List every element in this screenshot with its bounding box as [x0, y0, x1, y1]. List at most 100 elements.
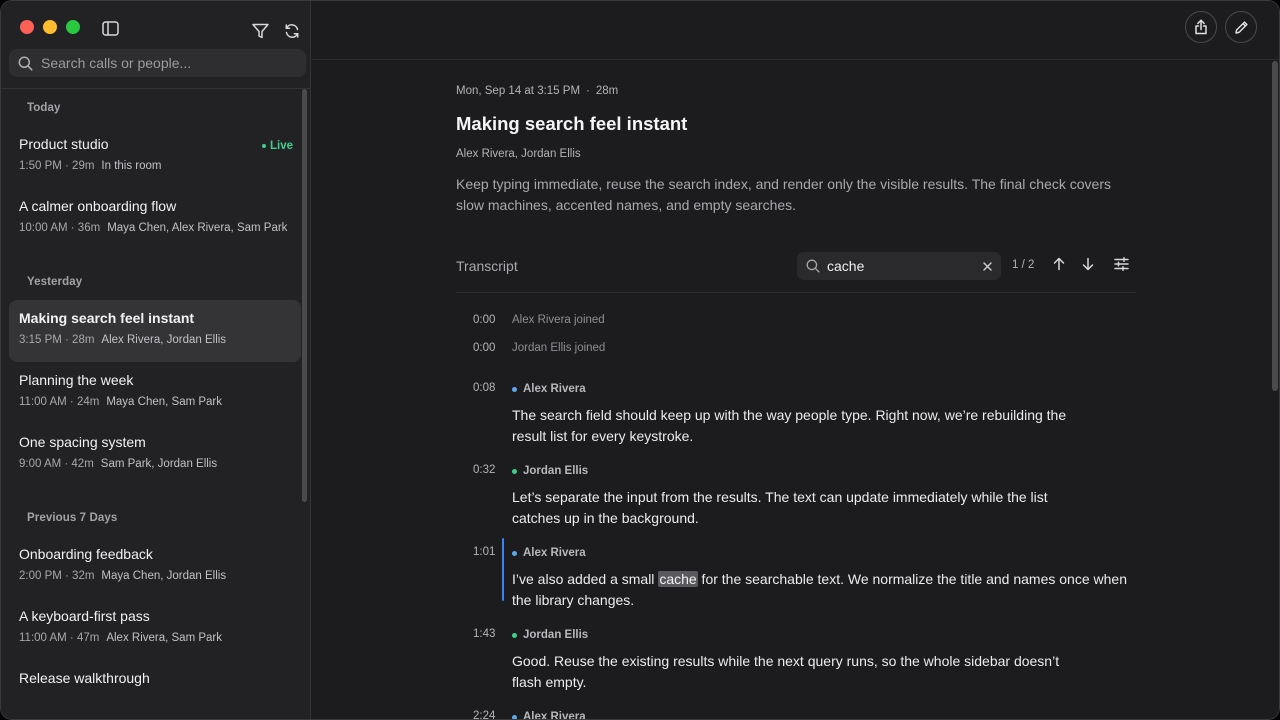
call-summary: Keep typing immediate, reuse the search … — [456, 176, 1111, 213]
minimize-window-button[interactable] — [43, 20, 57, 34]
call-header: Mon, Sep 14 at 3:15 PM · 28m Making search… — [456, 85, 1136, 216]
call-meta: 3:15 PM · 28m Alex Rivera, Jordan Ellis — [19, 333, 291, 347]
call-meta: 9:00 AM · 42m Sam Park, Jordan Ellis — [19, 457, 291, 471]
call-people: Sam Park, Jordan Ellis — [100, 458, 218, 470]
call-item[interactable]: Release walkthrough — [9, 660, 301, 719]
call-time: 2:00 PM · 32m — [19, 570, 95, 582]
call-meta: 11:00 AM · 47m Alex Rivera, Sam Park — [19, 631, 291, 645]
transcript-turn: 2:24 Alex Rivera — [456, 710, 1146, 720]
utterance: I’ve also added a small cache for the se… — [512, 569, 1132, 611]
previous-match-button[interactable] — [1053, 257, 1065, 276]
speaker-name: Jordan Ellis — [523, 465, 589, 477]
utterance: Good. Reuse the existing results while t… — [512, 653, 1060, 690]
transcript-toolbar: Transcript 1 / 2 — [456, 251, 1136, 293]
close-window-button[interactable] — [20, 20, 34, 34]
timestamp[interactable]: 0:08 — [473, 382, 495, 394]
call-people: Maya Chen, Alex Rivera, Sam Park — [107, 222, 288, 234]
speaker: Alex Rivera — [512, 710, 1146, 720]
call-time: 3:15 PM · 28m — [19, 334, 95, 346]
call-duration: 28m — [595, 85, 619, 97]
sidebar-search[interactable] — [9, 49, 306, 77]
toolbar — [312, 1, 1279, 60]
transcript-turn: 0:08 Alex Rivera The search field should… — [456, 382, 1146, 447]
group-header-today: Today — [27, 102, 61, 114]
utterance-text: I’ve also added a small — [512, 571, 659, 587]
utterance: Let’s separate the input from the result… — [512, 489, 1048, 526]
transcript-options-button[interactable] — [1114, 257, 1129, 276]
call-title: Onboarding feedback — [19, 546, 153, 562]
search-input[interactable] — [41, 55, 281, 71]
call-time: 11:00 AM · 47m — [19, 632, 100, 644]
app-window: Today Product studio 1:50 PM · 29m In thi… — [0, 0, 1280, 720]
call-title: Release walkthrough — [19, 670, 150, 686]
match-count: 1 / 2 — [1012, 259, 1035, 271]
speaker: Alex Rivera — [512, 546, 1146, 560]
speaker-name: Alex Rivera — [523, 383, 586, 395]
call-item[interactable]: Product studio 1:50 PM · 29m In this room… — [9, 126, 301, 188]
sidebar: Today Product studio 1:50 PM · 29m In thi… — [1, 1, 311, 719]
group-header-previous-7-days: Previous 7 Days — [27, 512, 118, 524]
live-dot-icon — [261, 144, 266, 148]
page-title: Making search feel instant — [456, 113, 688, 134]
call-meta: 10:00 AM · 36m Maya Chen, Alex Rivera, Sa… — [19, 221, 291, 235]
main-pane: Mon, Sep 14 at 3:15 PM · 28m Making search… — [312, 1, 1279, 720]
sidebar-toggle-icon[interactable] — [100, 18, 120, 38]
call-item[interactable]: Planning the week 11:00 AM · 24m Maya Che… — [9, 362, 301, 424]
speaker-name: Alex Rivera — [523, 711, 586, 720]
call-people: In this room — [101, 160, 162, 172]
call-people: Alex Rivera, Sam Park — [106, 632, 223, 644]
refresh-icon[interactable] — [282, 21, 302, 41]
transcript-turn: 0:32 Jordan Ellis Let’s separate the inp… — [456, 464, 1146, 529]
transcript-find[interactable] — [797, 252, 1001, 280]
close-icon[interactable] — [982, 259, 993, 277]
transcript-event: 0:00 Alex Rivera joined — [456, 314, 1146, 342]
transcript-label: Transcript — [456, 258, 518, 274]
active-match-marker — [502, 538, 504, 601]
live-badge-label: Live — [269, 140, 293, 152]
next-match-button[interactable] — [1082, 257, 1094, 276]
speaker-name: Alex Rivera — [523, 547, 586, 559]
call-title: Planning the week — [19, 372, 134, 388]
search-icon — [18, 56, 33, 71]
find-input[interactable] — [827, 258, 967, 274]
pencil-icon — [1234, 20, 1248, 34]
speaker-dot-icon — [512, 386, 517, 392]
speaker-dot-icon — [512, 468, 517, 474]
call-people: Maya Chen, Jordan Ellis — [101, 570, 227, 582]
call-item[interactable]: One spacing system 9:00 AM · 42m Sam Park… — [9, 424, 301, 486]
sidebar-scrollbar[interactable] — [302, 89, 307, 502]
call-datetime: Mon, Sep 14 at 3:15 PM · 28m — [456, 85, 1136, 99]
event-text: Jordan Ellis joined — [512, 342, 606, 354]
call-title: Making search feel instant — [19, 310, 195, 326]
timestamp[interactable]: 0:00 — [473, 314, 495, 326]
filter-icon[interactable] — [250, 21, 270, 41]
speaker-dot-icon — [512, 550, 517, 556]
arrow-down-icon — [1082, 257, 1094, 271]
speaker: Alex Rivera — [512, 382, 1146, 396]
timestamp[interactable]: 1:43 — [473, 628, 495, 640]
arrow-up-icon — [1053, 257, 1065, 271]
call-title: A calmer onboarding flow — [19, 198, 177, 214]
call-time: 1:50 PM · 29m — [19, 160, 95, 172]
call-item[interactable]: Onboarding feedback 2:00 PM · 32m Maya Ch… — [9, 536, 301, 598]
call-list: Today Product studio 1:50 PM · 29m In thi… — [9, 89, 301, 719]
speaker-name: Jordan Ellis — [523, 629, 589, 641]
call-item[interactable]: A calmer onboarding flow 10:00 AM · 36m M… — [9, 188, 301, 250]
timestamp[interactable]: 2:24 — [473, 710, 495, 719]
timestamp[interactable]: 0:32 — [473, 464, 495, 476]
call-meta: 2:00 PM · 32m Maya Chen, Jordan Ellis — [19, 569, 291, 583]
timestamp[interactable]: 0:00 — [473, 342, 495, 354]
edit-button[interactable] — [1225, 11, 1257, 43]
main-scrollbar[interactable] — [1272, 61, 1278, 391]
window-controls — [20, 20, 80, 34]
zoom-window-button[interactable] — [66, 20, 80, 34]
timestamp[interactable]: 1:01 — [473, 546, 495, 558]
call-people: Alex Rivera, Jordan Ellis — [101, 334, 227, 346]
transcript-event: 0:00 Jordan Ellis joined — [456, 342, 1146, 370]
call-item[interactable]: A keyboard-first pass 11:00 AM · 47m Alex… — [9, 598, 301, 660]
share-button[interactable] — [1185, 11, 1217, 43]
group-header-yesterday: Yesterday — [27, 276, 83, 288]
separator: · — [586, 85, 590, 97]
call-date: Mon, Sep 14 at 3:15 PM — [456, 85, 581, 97]
call-item-selected[interactable]: Making search feel instant 3:15 PM · 28m… — [9, 300, 301, 362]
